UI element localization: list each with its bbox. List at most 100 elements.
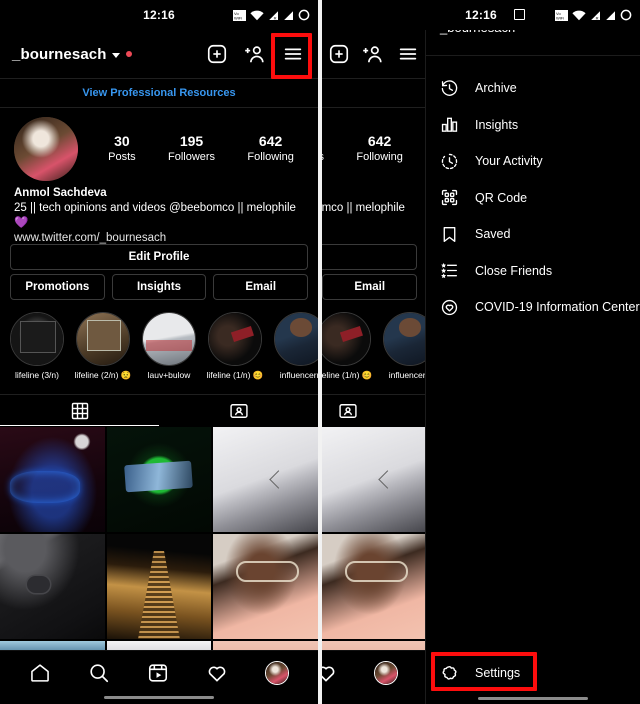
screenshot-separator [318,0,322,704]
signal-icon [605,8,616,26]
profile-username-dropdown[interactable]: _bournesach [12,45,133,63]
profile-display-name-bg: Anmol Sachdeva [322,186,413,201]
stat-following-value-bg: 642 [367,133,392,149]
professional-resources-row[interactable]: View Professional Resources [0,79,318,107]
menu-item-close-friends[interactable]: Close Friends [426,253,640,290]
insights-button[interactable]: Insights [111,274,207,300]
signal-roaming-icon: R [590,8,601,26]
nav-reels-icon[interactable] [147,662,169,684]
highlight-label: lifeline (1/n) 😊 [206,370,264,380]
grid-post-bg [322,427,427,532]
chevron-down-icon[interactable] [112,52,121,58]
header-divider-right [322,78,425,79]
highlight-item[interactable]: lifeline (1/n) 😊 [206,312,264,381]
close-friends-star-list-icon [441,263,457,279]
highlight-item[interactable]: lifeline (2/n) 😟 [74,312,132,381]
highlight-cover [208,312,262,366]
nav-search-icon[interactable] [88,662,110,684]
header-username: _bournesach [12,45,107,63]
add-post-icon[interactable] [206,43,228,65]
tab-grid[interactable] [0,395,159,426]
pro-divider [0,107,318,108]
unread-dot-icon [126,51,133,57]
menu-item-covid-info[interactable]: COVID-19 Information Center [426,289,640,326]
stat-followers[interactable]: 195 Followers [168,133,215,165]
status-bar: 12:16 Vo WiFi R [0,0,318,30]
settings-label: Settings [475,666,521,680]
menu-item-insights[interactable]: Insights [426,107,640,144]
vowifi-icon: Vo WiFi [233,8,246,26]
add-post-icon[interactable] [328,43,350,65]
view-professional-resources-link[interactable]: View Professional Resources [82,87,235,99]
stat-posts-label: Posts [108,151,136,163]
add-person-icon[interactable] [244,43,266,65]
profile-tabs [0,394,318,426]
home-indicator [104,695,214,699]
grid-post[interactable] [106,427,212,532]
grid-post[interactable] [106,534,212,639]
menu-item-qr-code[interactable]: QR Code [426,180,640,217]
status-bar-right: 12:16 Vo WiFi R [322,0,640,30]
stat-following[interactable]: 642 Following [247,133,293,165]
stat-followers-value: 195 [179,133,204,149]
grid-post[interactable] [213,534,318,639]
status-icons-right: Vo WiFi R [555,8,632,26]
highlight-item[interactable]: influencerrr [272,312,318,381]
edit-profile-button[interactable]: Edit Profile [10,244,308,270]
stat-following-label: Following [247,151,294,163]
battery-icon [620,8,632,26]
menu-item-insights-label: Insights [475,117,519,132]
tab-tagged[interactable] [159,395,318,426]
highlight-label: lifeline (3/n) [15,370,59,380]
story-highlights: lifeline (3/n) lifeline (2/n) 😟 lauv+bul… [0,312,318,388]
stat-posts[interactable]: 30 Posts [108,133,136,165]
stat-followers-bg: 195 Followers [322,133,324,165]
stat-followers-label-bg: Followers [322,150,324,165]
nav-activity-heart-icon[interactable] [206,662,228,684]
qr-code-icon [441,190,458,206]
highlight-label: lauv+bulow [147,370,191,380]
profile-tabs-bg [322,394,427,426]
right-phone-background: 30 Posts 195 Followers 642 Following Anm… [322,0,437,704]
menu-item-archive-label: Archive [475,81,517,96]
promotions-button[interactable]: Promotions [10,274,105,300]
svg-text:WiFi: WiFi [234,16,242,21]
grid-post[interactable] [0,534,105,639]
posts-grid [0,427,318,659]
side-drawer-menu: _bournesach Archive Insights [425,0,640,704]
left-phone-canvas: 12:16 Vo WiFi R _bournesach View Profess… [0,0,318,704]
email-button-bg: Email [322,274,418,300]
email-button[interactable]: Email [213,274,309,300]
vowifi-icon: Vo WiFi [555,8,568,26]
nav-home-icon[interactable] [29,662,51,684]
menu-item-saved[interactable]: Saved [426,216,640,253]
archive-clock-icon [441,80,458,96]
menu-item-saved-label: Saved [475,227,511,242]
highlight-item[interactable]: lifeline (3/n) [8,312,66,381]
hamburger-menu-icon[interactable] [397,43,419,65]
right-screenshot-panel: 30 Posts 195 Followers 642 Following Anm… [322,0,640,704]
grid-post[interactable] [213,427,318,532]
add-person-icon[interactable] [362,43,384,65]
stat-following-value: 642 [258,133,283,149]
svg-text:R: R [274,16,277,21]
grid-post[interactable] [0,427,105,532]
highlight-item[interactable]: lauv+bulow [140,312,198,381]
profile-avatar[interactable] [14,117,78,181]
menu-item-archive[interactable]: Archive [426,70,640,107]
svg-text:R: R [596,16,599,21]
your-activity-clock-icon [441,153,458,169]
settings-menu-item[interactable]: Settings [426,656,640,690]
profile-summary-bg: 30 Posts 195 Followers 642 Following [322,112,427,186]
gear-icon [442,665,457,680]
nav-profile-avatar[interactable] [265,660,290,685]
tagged-person-icon [338,403,357,418]
profile-bio-text: 25 || tech opinions and videos @beebomco… [14,202,296,229]
hamburger-menu-icon[interactable] [282,43,304,65]
signal-roaming-icon: R [268,8,279,26]
menu-item-covid-info-label: COVID-19 Information Center [475,300,640,315]
highlight-cover [10,312,64,366]
bottom-navigation-bg [322,650,427,704]
menu-item-your-activity[interactable]: Your Activity [426,143,640,180]
home-indicator-right [478,696,588,700]
